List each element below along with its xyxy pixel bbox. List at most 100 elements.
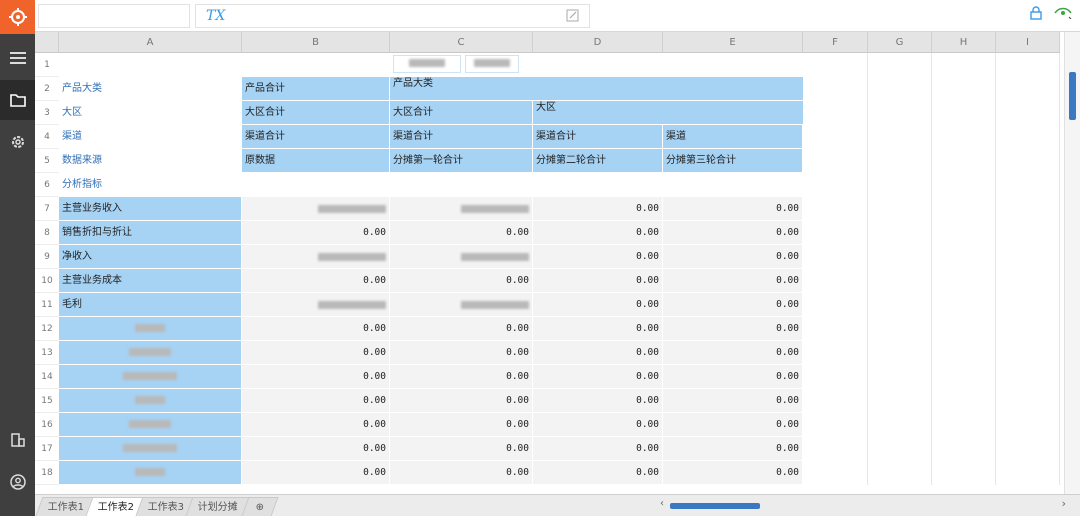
empty-cell[interactable]: [932, 53, 996, 77]
cell-e[interactable]: [663, 101, 803, 125]
empty-cell[interactable]: [868, 389, 932, 413]
cell-e[interactable]: 0.00: [663, 221, 803, 245]
row-header[interactable]: 14: [35, 365, 59, 389]
empty-cell[interactable]: [868, 365, 932, 389]
cell-e[interactable]: 0.00: [663, 413, 803, 437]
cell-b[interactable]: 原数据: [242, 149, 390, 173]
empty-cell[interactable]: [932, 317, 996, 341]
cell-e[interactable]: 0.00: [663, 389, 803, 413]
empty-cell[interactable]: [803, 221, 868, 245]
empty-cell[interactable]: [932, 125, 996, 149]
cell-d[interactable]: 大区: [533, 101, 663, 125]
chevron-left-icon[interactable]: ‹: [660, 498, 664, 509]
cell-d[interactable]: 0.00: [533, 365, 663, 389]
empty-cell[interactable]: [996, 365, 1060, 389]
cell-a[interactable]: [59, 413, 242, 437]
cell-e[interactable]: 0.00: [663, 341, 803, 365]
folder-icon[interactable]: [0, 80, 35, 120]
cell-b[interactable]: 产品合计: [242, 77, 390, 101]
row-header[interactable]: 12: [35, 317, 59, 341]
cell-b[interactable]: 渠道合计: [242, 125, 390, 149]
empty-cell[interactable]: [868, 197, 932, 221]
row-header[interactable]: 15: [35, 389, 59, 413]
row-header[interactable]: 16: [35, 413, 59, 437]
column-header-d[interactable]: D: [533, 32, 663, 53]
cell-a[interactable]: 净收入: [59, 245, 242, 269]
cell-c[interactable]: 0.00: [390, 221, 533, 245]
filter-dropdown[interactable]: [393, 55, 461, 73]
cell-e[interactable]: 0.00: [663, 293, 803, 317]
empty-cell[interactable]: [803, 149, 868, 173]
cell-c[interactable]: [390, 197, 533, 221]
cell-c[interactable]: 0.00: [390, 317, 533, 341]
building-icon[interactable]: [0, 420, 35, 460]
cell-e[interactable]: 分摊第三轮合计: [663, 149, 803, 173]
cell-c[interactable]: 0.00: [390, 413, 533, 437]
cell-b[interactable]: [242, 245, 390, 269]
empty-cell[interactable]: [932, 77, 996, 101]
empty-cell[interactable]: [932, 413, 996, 437]
cell-a[interactable]: [59, 317, 242, 341]
cell-b[interactable]: 0.00: [242, 365, 390, 389]
empty-cell[interactable]: [868, 53, 932, 77]
cell-d[interactable]: 0.00: [533, 269, 663, 293]
cell-e[interactable]: 0.00: [663, 461, 803, 485]
cell-d[interactable]: 0.00: [533, 221, 663, 245]
row-header[interactable]: 7: [35, 197, 59, 221]
row-header[interactable]: 6: [35, 173, 59, 197]
row-header[interactable]: 8: [35, 221, 59, 245]
empty-cell[interactable]: [932, 269, 996, 293]
cell-a[interactable]: [59, 365, 242, 389]
cell-d[interactable]: 0.00: [533, 317, 663, 341]
menu-icon[interactable]: [0, 38, 35, 78]
cell-b[interactable]: [242, 197, 390, 221]
cell-a[interactable]: [59, 389, 242, 413]
cell-c[interactable]: [390, 53, 533, 77]
cell-d[interactable]: 0.00: [533, 197, 663, 221]
cell-b[interactable]: [242, 173, 390, 197]
chevron-right-icon[interactable]: ›: [1062, 497, 1066, 510]
cell-b[interactable]: 0.00: [242, 269, 390, 293]
cell-e[interactable]: 0.00: [663, 317, 803, 341]
empty-cell[interactable]: [868, 269, 932, 293]
row-header[interactable]: 5: [35, 149, 59, 173]
horizontal-scrollbar[interactable]: ‹: [660, 498, 760, 511]
name-box[interactable]: [38, 4, 190, 28]
eye-icon[interactable]: [1054, 7, 1072, 22]
empty-cell[interactable]: [868, 101, 932, 125]
empty-cell[interactable]: [996, 173, 1060, 197]
empty-cell[interactable]: [868, 245, 932, 269]
cell-a[interactable]: 主营业务收入: [59, 197, 242, 221]
empty-cell[interactable]: [868, 149, 932, 173]
row-header[interactable]: 2: [35, 77, 59, 101]
cell-c[interactable]: 0.00: [390, 389, 533, 413]
cell-d[interactable]: [533, 77, 663, 101]
cell-d[interactable]: 0.00: [533, 293, 663, 317]
cell-b[interactable]: 0.00: [242, 389, 390, 413]
cell-b[interactable]: 0.00: [242, 461, 390, 485]
empty-cell[interactable]: [803, 293, 868, 317]
column-header-f[interactable]: F: [803, 32, 868, 53]
cell-e[interactable]: 0.00: [663, 245, 803, 269]
empty-cell[interactable]: [803, 173, 868, 197]
cell-a[interactable]: [59, 341, 242, 365]
empty-cell[interactable]: [996, 317, 1060, 341]
empty-cell[interactable]: [932, 341, 996, 365]
empty-cell[interactable]: [932, 149, 996, 173]
cell-b[interactable]: 0.00: [242, 221, 390, 245]
sheet-grid[interactable]: ABCDEFGHI 1 2 产品大类 产品合计 产品大类 3 大区 大区合计 大区合计 大区 4 渠道…: [35, 32, 1060, 494]
column-header-h[interactable]: H: [932, 32, 996, 53]
row-header[interactable]: 3: [35, 101, 59, 125]
empty-cell[interactable]: [996, 269, 1060, 293]
cell-c[interactable]: 分摊第一轮合计: [390, 149, 533, 173]
cell-c[interactable]: 渠道合计: [390, 125, 533, 149]
cell-e[interactable]: 0.00: [663, 197, 803, 221]
column-header-e[interactable]: E: [663, 32, 803, 53]
cell-c[interactable]: 0.00: [390, 269, 533, 293]
empty-cell[interactable]: [868, 293, 932, 317]
cell-d[interactable]: [533, 173, 663, 197]
lock-icon[interactable]: [1030, 6, 1042, 23]
empty-cell[interactable]: [868, 341, 932, 365]
cell-a[interactable]: 主营业务成本: [59, 269, 242, 293]
row-header[interactable]: 13: [35, 341, 59, 365]
